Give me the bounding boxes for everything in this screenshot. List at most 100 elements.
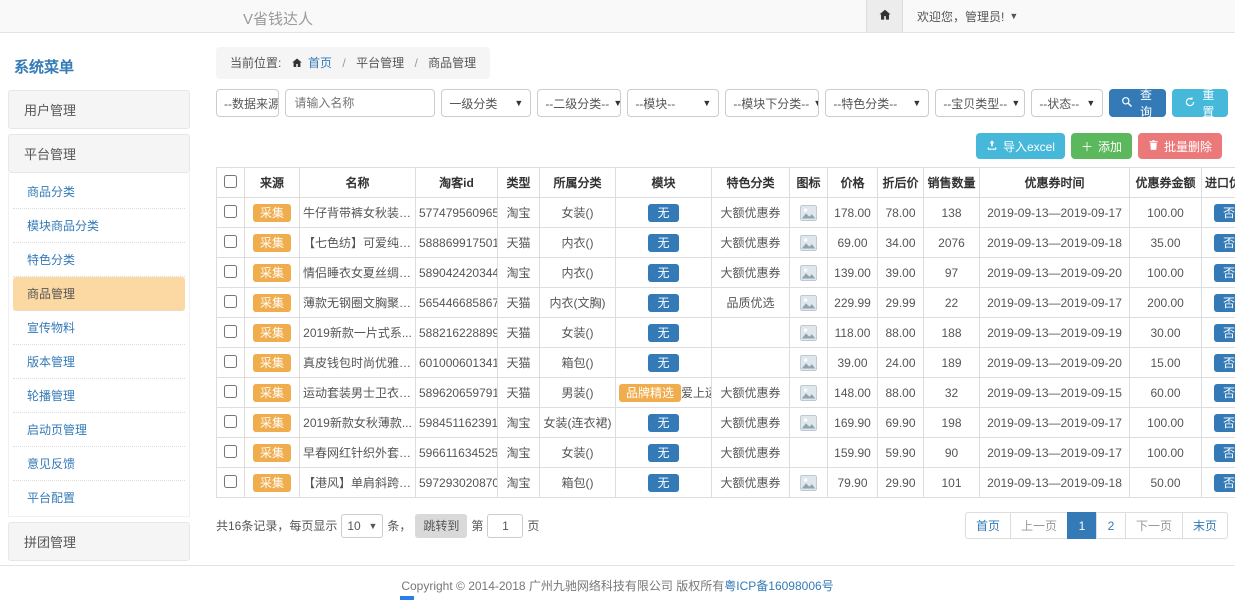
sales-count: 101 (924, 468, 980, 498)
table-row: 采集 牛仔背带裤女秋装减龄... 577479560965 淘宝 女装() 无 … (217, 198, 1235, 228)
row-checkbox[interactable] (224, 205, 237, 218)
discount-price: 34.00 (878, 228, 924, 258)
coupon-time: 2019-09-13—2019-09-18 (980, 228, 1130, 258)
add-button[interactable]: ＋ 添加 (1071, 133, 1132, 159)
page-button[interactable]: 2 (1096, 512, 1126, 539)
per-page-select[interactable]: 10▼ (341, 514, 383, 538)
price: 178.00 (828, 198, 878, 228)
taoke-id: 598451162391 (416, 408, 498, 438)
product-type: 天猫 (498, 228, 540, 258)
import-select-toggle[interactable]: 否 (1214, 204, 1235, 222)
product-type: 淘宝 (498, 408, 540, 438)
select-all-checkbox[interactable] (224, 175, 237, 188)
product-image (800, 385, 817, 401)
product-name: 早春网红针织外套女春... (300, 438, 416, 468)
filter-select[interactable]: --模块--▼ (627, 89, 719, 117)
product-category: 内衣(文胸) (540, 288, 616, 318)
sidebar-subitem[interactable]: 宣传物料 (13, 311, 185, 345)
sidebar-subitem[interactable]: 平台配置 (13, 481, 185, 514)
home-icon (878, 8, 892, 25)
price: 139.00 (828, 258, 878, 288)
page-button[interactable]: 下一页 (1125, 512, 1183, 539)
sidebar-group-item[interactable]: 拼团管理 (8, 522, 190, 561)
coupon-time: 2019-09-13—2019-09-20 (980, 258, 1130, 288)
breadcrumb-current: 商品管理 (428, 56, 476, 70)
user-menu[interactable]: 欢迎您，管理员! ▼ (903, 8, 1018, 25)
import-select-toggle[interactable]: 否 (1214, 264, 1235, 282)
batch-delete-button[interactable]: 批量删除 (1138, 133, 1222, 159)
sidebar-subitem[interactable]: 模块商品分类 (13, 209, 185, 243)
reset-button[interactable]: 重置 (1172, 89, 1228, 117)
sidebar-item-user-management[interactable]: 用户管理 (8, 90, 190, 129)
special-category: 大额优惠券 (712, 438, 790, 468)
import-select-toggle[interactable]: 否 (1214, 234, 1235, 252)
import-select-toggle[interactable]: 否 (1214, 354, 1235, 372)
filter-select[interactable]: --模块下分类--▼ (725, 89, 819, 117)
import-select-toggle[interactable]: 否 (1214, 414, 1235, 432)
icp-link[interactable]: 粤ICP备16098006号 (724, 579, 833, 593)
import-select-toggle[interactable]: 否 (1214, 474, 1235, 492)
table-header-row: 来源 名称 淘客id 类型 所属分类 模块 特色分类 图标 价格 折后价 销售数… (217, 168, 1235, 198)
coupon-amount: 200.00 (1130, 288, 1202, 318)
discount-price: 69.90 (878, 408, 924, 438)
coupon-amount: 100.00 (1130, 198, 1202, 228)
page-button[interactable]: 末页 (1182, 512, 1228, 539)
special-category: 大额优惠券 (712, 468, 790, 498)
module-badge: 无 (648, 354, 678, 372)
product-category: 内衣() (540, 258, 616, 288)
row-checkbox[interactable] (224, 385, 237, 398)
row-checkbox[interactable] (224, 445, 237, 458)
page-button[interactable]: 首页 (965, 512, 1011, 539)
topbar-right-group: 欢迎您，管理员! ▼ (866, 0, 1018, 32)
sidebar: 系统菜单 用户管理 平台管理 商品分类模块商品分类特色分类商品管理宣传物料版本管… (8, 44, 190, 566)
taoke-id: 601000601341 (416, 348, 498, 378)
row-checkbox[interactable] (224, 265, 237, 278)
import-select-toggle[interactable]: 否 (1214, 384, 1235, 402)
row-checkbox[interactable] (224, 235, 237, 248)
home-nav-button[interactable] (866, 0, 903, 32)
breadcrumb-home-link[interactable]: 首页 (308, 56, 332, 70)
sidebar-item-platform-management[interactable]: 平台管理 (8, 134, 190, 173)
name-search-input[interactable] (285, 89, 435, 117)
row-checkbox[interactable] (224, 355, 237, 368)
import-select-toggle[interactable]: 否 (1214, 294, 1235, 312)
sidebar-subitem[interactable]: 商品管理 (13, 277, 185, 311)
page-button[interactable]: 1 (1067, 512, 1097, 539)
import-select-toggle[interactable]: 否 (1214, 324, 1235, 342)
product-type: 淘宝 (498, 468, 540, 498)
module-cell: 无 (616, 258, 712, 288)
sidebar-subitem[interactable]: 启动页管理 (13, 413, 185, 447)
page-number-input[interactable] (487, 514, 523, 538)
page-button[interactable]: 上一页 (1010, 512, 1068, 539)
row-checkbox[interactable] (224, 475, 237, 488)
search-button[interactable]: 查询 (1109, 89, 1165, 117)
row-checkbox[interactable] (224, 415, 237, 428)
module-badge: 无 (648, 324, 678, 342)
sidebar-subitem[interactable]: 意见反馈 (13, 447, 185, 481)
filter-select[interactable]: --状态--▼ (1031, 89, 1103, 117)
product-type: 淘宝 (498, 258, 540, 288)
row-checkbox[interactable] (224, 325, 237, 338)
data-source-select[interactable]: --数据来源--▼ (216, 89, 279, 117)
product-type: 淘宝 (498, 438, 540, 468)
filter-select[interactable]: --二级分类--▼ (537, 89, 621, 117)
filter-select[interactable]: 一级分类▼ (441, 89, 531, 117)
sidebar-subitem[interactable]: 特色分类 (13, 243, 185, 277)
row-checkbox[interactable] (224, 295, 237, 308)
filter-select[interactable]: --特色分类--▼ (825, 89, 929, 117)
filter-select[interactable]: --宝贝类型--▼ (935, 89, 1025, 117)
import-select-toggle[interactable]: 否 (1214, 444, 1235, 462)
home-icon (291, 58, 306, 72)
coupon-time: 2019-09-13—2019-09-18 (980, 468, 1130, 498)
module-badge: 无 (648, 234, 678, 252)
coupon-time: 2019-09-13—2019-09-17 (980, 288, 1130, 318)
sidebar-subitem[interactable]: 版本管理 (13, 345, 185, 379)
table-row: 采集 真皮钱包时尚优雅女士... 601000601341 天猫 箱包() 无 … (217, 348, 1235, 378)
jump-button[interactable]: 跳转到 (415, 514, 467, 538)
product-type: 淘宝 (498, 198, 540, 228)
import-excel-button[interactable]: 导入excel (976, 133, 1065, 159)
sidebar-subitem[interactable]: 商品分类 (13, 175, 185, 209)
source-badge: 采集 (253, 264, 291, 282)
sidebar-subitem[interactable]: 轮播管理 (13, 379, 185, 413)
filter-selects: 一级分类▼ --二级分类--▼ --模块--▼ --模块下分类--▼ --特色分… (441, 89, 1103, 117)
